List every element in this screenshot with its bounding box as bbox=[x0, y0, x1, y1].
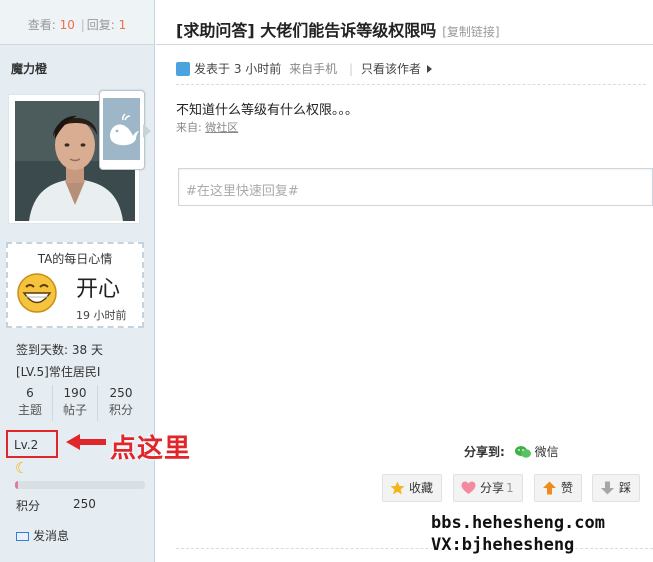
quick-reply-placeholder: #在这里快速回复# bbox=[186, 184, 299, 199]
share-count: 1 bbox=[506, 481, 514, 495]
happy-face-icon bbox=[17, 273, 57, 313]
replies-count: 1 bbox=[118, 18, 127, 32]
copy-link-button[interactable]: [复制链接] bbox=[442, 25, 499, 39]
mood-title: TA的每日心情 bbox=[37, 252, 113, 266]
views-label: 查看: bbox=[27, 18, 56, 32]
meta-divider bbox=[176, 84, 646, 85]
level-label[interactable]: Lv.2 bbox=[14, 438, 38, 452]
source-prefix: 来自: bbox=[176, 121, 202, 134]
topics-count[interactable]: 6 主题 bbox=[8, 385, 53, 421]
user-icon bbox=[176, 62, 190, 76]
daily-mood-card: TA的每日心情 开心 19 小时前 bbox=[6, 242, 144, 328]
post-title-row: [求助问答] 大佬们能告诉等级权限吗 [复制链接] bbox=[176, 17, 500, 41]
envelope-icon bbox=[16, 532, 29, 541]
heart-icon bbox=[461, 481, 476, 494]
dislike-button[interactable]: 踩 bbox=[592, 474, 640, 502]
title-divider bbox=[156, 44, 653, 45]
quick-reply-input[interactable]: #在这里快速回复# bbox=[178, 168, 653, 206]
share-label: 分享到: bbox=[464, 445, 505, 459]
annotation-arrow-icon bbox=[66, 434, 106, 450]
points-count[interactable]: 250 积分 bbox=[99, 385, 143, 419]
share-button[interactable]: 分享 1 bbox=[453, 474, 523, 502]
user-counts: 6 主题 190 帖子 250 积分 bbox=[8, 385, 146, 421]
thread-stats: 查看: 10 | 回复: 1 bbox=[0, 0, 154, 45]
send-message-label: 发消息 bbox=[33, 529, 70, 543]
send-message-link[interactable]: 发消息 bbox=[16, 527, 69, 544]
level-progress-fill bbox=[15, 481, 18, 489]
moon-icon: ☾ bbox=[15, 459, 29, 477]
share-wechat-label[interactable]: 微信 bbox=[535, 445, 559, 459]
share-row: 分享到: 微信 bbox=[464, 443, 559, 460]
views-count: 10 bbox=[59, 18, 75, 32]
level-highlight-box[interactable]: Lv.2 bbox=[6, 430, 58, 458]
triangle-right-icon bbox=[427, 65, 432, 73]
user-rank[interactable]: [LV.5]常住居民I bbox=[16, 363, 100, 380]
watermark: bbs.hehesheng.com VX:bjhehesheng bbox=[431, 512, 605, 556]
post-meta: 发表于 3 小时前 来自手机 | 只看该作者 bbox=[176, 60, 646, 78]
author-name[interactable]: 魔力橙 bbox=[11, 60, 47, 77]
post-title: [求助问答] 大佬们能告诉等级权限吗 bbox=[176, 21, 437, 40]
post-time: 发表于 3 小时前 bbox=[194, 62, 282, 76]
points-row: 积分 250 bbox=[16, 497, 136, 514]
replies-label: 回复: bbox=[86, 18, 115, 32]
thumb-down-icon bbox=[601, 481, 614, 495]
mobile-badge-icon bbox=[99, 90, 145, 170]
meta-separator: | bbox=[348, 62, 353, 76]
watermark-line-2: VX:bjhehesheng bbox=[431, 535, 575, 555]
post-main: [求助问答] 大佬们能告诉等级权限吗 [复制链接] 发表于 3 小时前 来自手机 … bbox=[156, 0, 653, 562]
watermark-line-1: bbs.hehesheng.com bbox=[431, 513, 605, 533]
level-progress-bar bbox=[15, 481, 145, 489]
star-icon bbox=[390, 481, 405, 495]
mood-text: 开心 bbox=[76, 277, 121, 302]
wechat-icon[interactable] bbox=[514, 446, 531, 458]
favorite-button[interactable]: 收藏 bbox=[382, 474, 442, 502]
author-only-link[interactable]: 只看该作者 bbox=[361, 62, 421, 76]
points-label: 积分 bbox=[16, 499, 41, 513]
points-value: 250 bbox=[73, 497, 96, 511]
posts-count[interactable]: 190 帖子 bbox=[53, 385, 98, 421]
post-content: 不知道什么等级有什么权限。。。 bbox=[176, 103, 359, 118]
mobile-badge-pointer bbox=[143, 124, 151, 138]
mood-time: 19 小时前 bbox=[76, 309, 127, 322]
post-source: 来自: 微社区 bbox=[176, 119, 238, 135]
thumb-up-icon bbox=[543, 481, 556, 495]
stats-separator: | bbox=[80, 18, 85, 32]
post-source-device: 来自手机 bbox=[289, 62, 338, 76]
signin-days: 签到天数: 38 天 bbox=[16, 343, 103, 357]
source-link[interactable]: 微社区 bbox=[205, 121, 238, 134]
like-button[interactable]: 赞 bbox=[534, 474, 582, 502]
author-sidebar: 查看: 10 | 回复: 1 魔力橙 TA的每日心情 开心 19 小时前 签到天… bbox=[0, 0, 155, 562]
